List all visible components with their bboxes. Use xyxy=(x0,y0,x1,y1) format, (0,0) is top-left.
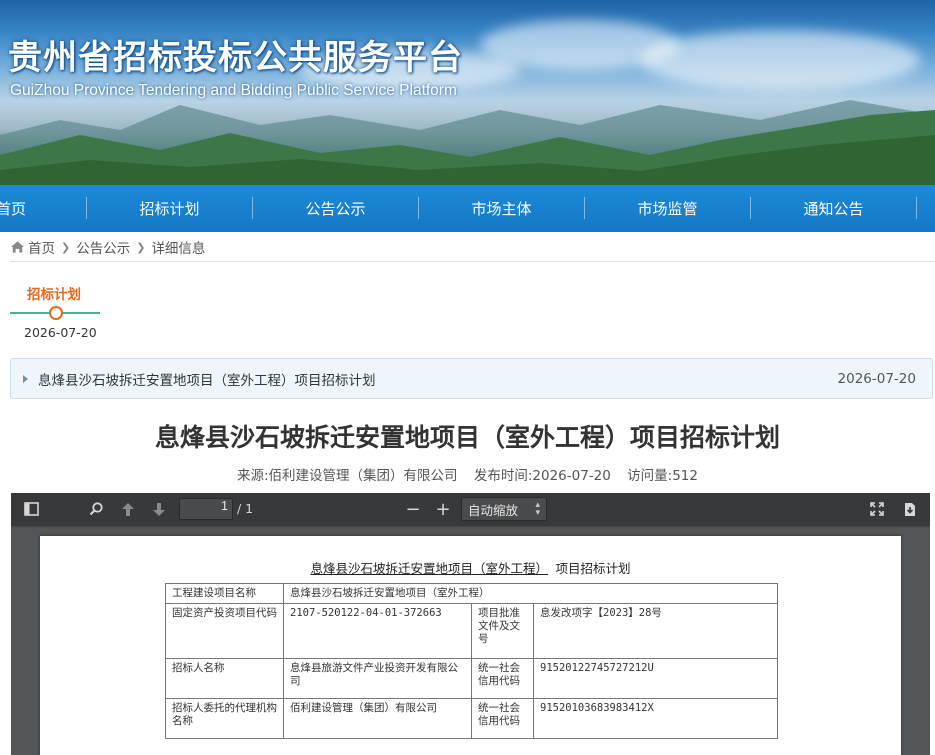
home-icon xyxy=(10,241,25,253)
breadcrumb-current: 详细信息 xyxy=(151,241,206,257)
zoom-value: 自动缩放 xyxy=(468,502,519,518)
notice-title[interactable]: 息烽县沙石坡拆迁安置地项目（室外工程）项目招标计划 xyxy=(38,369,838,389)
table-cell: 佰利建设管理（集团）有限公司 xyxy=(283,698,472,739)
doc-title-main: 息烽县沙石坡拆迁安置地项目（室外工程） xyxy=(310,561,548,576)
site-title-zh: 贵州省招标投标公共服务平台 xyxy=(8,38,463,78)
table-cell: 息发改项字【2023】28号 xyxy=(533,603,778,659)
article-source: 来源:佰利建设管理（集团）有限公司 xyxy=(237,468,458,484)
breadcrumb: 首页 ❯ 公告公示 ❯ 详细信息 xyxy=(10,236,205,258)
nav-item-market-entities[interactable]: 市场主体 xyxy=(419,185,584,232)
table-row: 工程建设项目名称 息烽县沙石坡拆迁安置地项目（室外工程） xyxy=(165,583,778,604)
site-title-en: GuiZhou Province Tendering and Bidding P… xyxy=(10,82,457,99)
table-row: 招标人名称 息烽县旅游文件产业投资开发有限公司 统一社会信用代码 9152012… xyxy=(165,658,778,699)
breadcrumb-announcements[interactable]: 公告公示 xyxy=(76,237,130,257)
caret-right-icon xyxy=(23,374,28,383)
table-cell: 招标人名称 xyxy=(165,658,284,699)
doc-table: 工程建设项目名称 息烽县沙石坡拆迁安置地项目（室外工程） 固定资产投资项目代码 … xyxy=(165,583,778,739)
table-cell: 2107-520122-04-01-372663 xyxy=(283,603,472,659)
table-cell: 工程建设项目名称 xyxy=(165,583,284,604)
arrow-up-icon[interactable] xyxy=(118,499,138,519)
timeline-category[interactable]: 招标计划 xyxy=(27,283,81,303)
updown-caret-icon: ▴ ▾ xyxy=(535,500,540,518)
doc-title-suffix: 项目招标计划 xyxy=(547,561,631,576)
chevron-right-icon: ❯ xyxy=(61,240,71,254)
table-cell: 统一社会信用代码 xyxy=(471,658,534,699)
nav-item-market-supervision[interactable]: 市场监管 xyxy=(585,185,750,232)
zoom-in-icon[interactable]: + xyxy=(433,499,453,520)
table-cell: 91520103683983412X xyxy=(533,698,778,739)
notice-date: 2026-07-20 xyxy=(837,370,916,387)
breadcrumb-home[interactable]: 首页 xyxy=(28,237,55,257)
site-banner: 贵州省招标投标公共服务平台 GuiZhou Province Tendering… xyxy=(0,0,935,185)
sidebar-toggle-icon[interactable] xyxy=(21,499,41,519)
chevron-right-icon: ❯ xyxy=(136,240,146,254)
divider xyxy=(10,261,935,262)
table-cell: 91520122745727212U xyxy=(533,658,778,699)
search-icon[interactable] xyxy=(86,499,106,519)
pdf-page: 息烽县沙石坡拆迁安置地项目（室外工程） 项目招标计划 工程建设项目名称 息烽县沙… xyxy=(40,536,901,755)
arrow-down-icon[interactable] xyxy=(149,499,169,519)
nav-item-home[interactable]: 首页 xyxy=(0,185,86,232)
table-cell: 项目批准文件及文号 xyxy=(471,603,534,659)
nav-item-notices[interactable]: 通知公告 xyxy=(751,185,916,232)
nav-item-tender-plan[interactable]: 招标计划 xyxy=(87,185,252,232)
table-row: 固定资产投资项目代码 2107-520122-04-01-372663 项目批准… xyxy=(165,603,778,659)
article-meta: 来源:佰利建设管理（集团）有限公司 发布时间:2026-07-20 访问量:51… xyxy=(0,464,935,484)
download-icon[interactable] xyxy=(900,499,920,519)
doc-title: 息烽县沙石坡拆迁安置地项目（室外工程） 项目招标计划 xyxy=(40,558,901,577)
zoom-select[interactable]: 自动缩放 ▴ ▾ xyxy=(461,497,547,521)
table-cell: 息烽县沙石坡拆迁安置地项目（室外工程） xyxy=(283,583,778,604)
pdf-viewer: 1 / 1 − + 自动缩放 ▴ ▾ 息烽县沙石坡拆迁安置地项目（室外工程） 项目… xyxy=(11,493,930,755)
zoom-out-icon[interactable]: − xyxy=(403,499,423,520)
article-title: 息烽县沙石坡拆迁安置地项目（室外工程）项目招标计划 xyxy=(154,423,780,452)
table-cell: 固定资产投资项目代码 xyxy=(165,603,284,659)
timeline-date: 2026-07-20 xyxy=(24,325,97,340)
nav-item-announcements[interactable]: 公告公示 xyxy=(253,185,418,232)
table-row: 招标人委托的代理机构名称 佰利建设管理（集团）有限公司 统一社会信用代码 915… xyxy=(165,698,778,739)
main-nav: 首页 招标计划 公告公示 市场主体 市场监管 通知公告 xyxy=(0,185,935,232)
timeline-node[interactable] xyxy=(49,306,63,320)
pdf-toolbar: 1 / 1 − + 自动缩放 ▴ ▾ xyxy=(11,493,930,525)
page-total: / 1 xyxy=(237,501,254,516)
table-cell: 息烽县旅游文件产业投资开发有限公司 xyxy=(283,658,472,699)
fullscreen-icon[interactable] xyxy=(867,499,887,519)
page-number-input[interactable]: 1 xyxy=(179,498,233,520)
notice-item[interactable]: 息烽县沙石坡拆迁安置地项目（室外工程）项目招标计划 2026-07-20 xyxy=(10,358,933,399)
article-visits: 访问量:512 xyxy=(627,468,698,484)
nav-divider xyxy=(916,197,917,219)
table-cell: 统一社会信用代码 xyxy=(471,698,534,739)
article-publish-time: 发布时间:2026-07-20 xyxy=(473,468,611,484)
table-cell: 招标人委托的代理机构名称 xyxy=(165,698,284,739)
